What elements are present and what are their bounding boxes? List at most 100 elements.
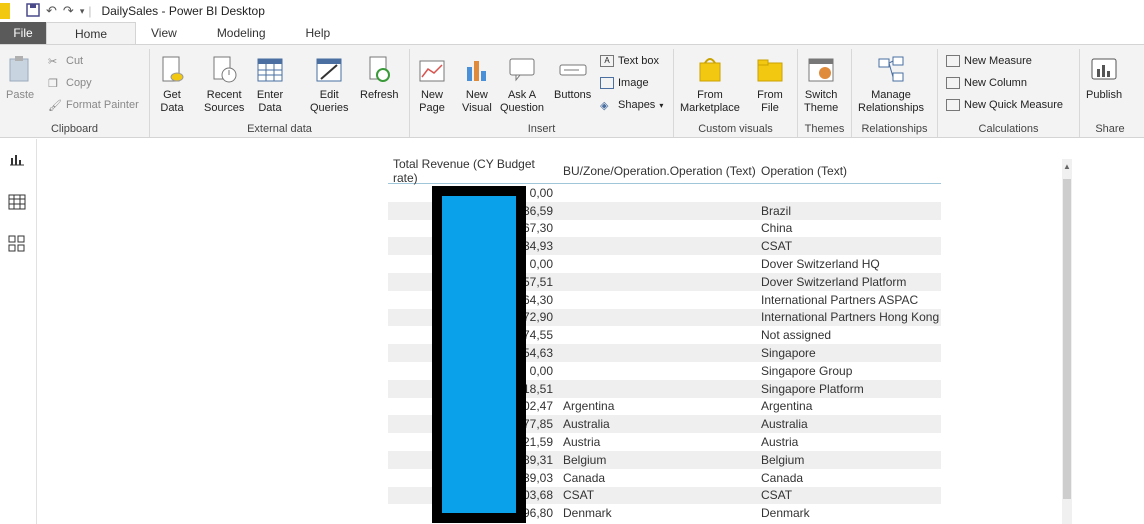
image-button[interactable]: Image [600,77,649,89]
column-header-total-revenue[interactable]: Total Revenue (CY Budget rate) [388,157,558,185]
share-group-label: Share [1095,123,1125,135]
new-visual-label: New Visual [462,89,492,114]
buttons-icon [559,53,587,85]
manage-relationships-button[interactable]: Manage Relationships [858,53,924,115]
publish-button[interactable]: Publish [1086,53,1122,102]
redo-icon[interactable]: ↷ [63,3,74,19]
switch-theme-label: Switch Theme [804,89,839,114]
tab-home[interactable]: Home [46,22,137,44]
table-cell: Belgium [563,452,607,467]
custom-visuals-group: From Marketplace From File Custom visual… [674,49,798,137]
report-canvas: Total Revenue (CY Budget rate) BU/Zone/O… [38,139,1144,524]
copy-icon: ❐ [48,78,58,90]
data-view-icon[interactable] [8,194,26,210]
new-page-button[interactable]: New Page [418,53,446,115]
enter-data-button[interactable]: Enter Data [256,53,284,115]
quick-access-toolbar: ↶ ↷ ▾ [26,2,85,20]
redaction-block [432,186,526,523]
report-view-icon[interactable] [8,151,26,167]
enter-data-label: Enter Data [256,89,284,114]
refresh-button[interactable]: Refresh [360,53,399,102]
new-page-icon [418,53,446,85]
table-cell: Dover Switzerland HQ [761,257,880,272]
database-icon [158,53,186,85]
get-data-button[interactable]: Get Data [158,53,186,115]
edit-queries-button[interactable]: Edit Queries [310,53,349,115]
share-group: Publish Share [1080,49,1140,137]
table-header: Total Revenue (CY Budget rate) BU/Zone/O… [388,157,941,185]
from-marketplace-button[interactable]: From Marketplace [680,53,740,115]
ribbon-tabs: File Home View Modeling Help [0,22,1144,44]
insert-group: New Page New Visual Ask A Question Butto… [410,49,674,137]
relationships-group-label: Relationships [861,123,928,135]
recent-sources-label: Recent Sources [204,89,245,114]
table-cell: Austria [761,435,799,450]
new-page-label: New Page [419,89,445,114]
folder-icon [756,53,784,85]
buttons-label: Buttons [554,89,592,101]
theme-icon [807,53,835,85]
format-painter-button[interactable]: 🖌 Format Painter [48,99,139,112]
table-cell: Denmark [563,506,612,521]
new-column-label: New Column [964,77,1027,89]
format-painter-label: Format Painter [66,99,139,111]
shapes-button[interactable]: ◈ Shapes ▾ [600,99,663,112]
recent-sources-icon [210,53,238,85]
relationships-icon [877,53,905,85]
scrollbar-thumb[interactable] [1063,179,1071,499]
from-file-button[interactable]: From File [756,53,784,115]
new-quick-measure-button[interactable]: New Quick Measure [946,99,1063,111]
new-measure-label: New Measure [964,55,1032,67]
refresh-icon [365,53,393,85]
scroll-up-icon[interactable]: ▲ [1062,162,1072,171]
ask-question-button[interactable]: Ask A Question [500,53,544,115]
new-column-button[interactable]: New Column [946,77,1027,89]
buttons-button[interactable]: Buttons [554,53,591,102]
undo-icon[interactable]: ↶ [46,3,57,19]
table-cell: Australia [761,417,808,432]
table-cell: International Partners Hong Kong [761,310,940,325]
text-box-button[interactable]: A Text box [600,55,659,67]
external-data-group: Get Data Recent Sources Enter Data Edit … [150,49,410,137]
shapes-label: Shapes [618,99,656,111]
recent-sources-button[interactable]: Recent Sources [204,53,244,115]
text-box-icon: A [600,55,614,67]
new-measure-button[interactable]: New Measure [946,55,1032,67]
paste-button[interactable]: Paste [6,53,34,102]
column-header-operation[interactable]: Operation (Text) [756,164,941,178]
model-view-icon[interactable] [8,235,26,252]
cut-button[interactable]: ✂ Cut [48,55,83,68]
table-cell: China [761,221,793,236]
column-header-bu-zone-operation[interactable]: BU/Zone/Operation.Operation (Text) [558,164,756,178]
external-data-group-label: External data [247,123,312,135]
new-visual-icon [463,53,491,85]
new-visual-button[interactable]: New Visual [462,53,492,115]
marketplace-icon [696,53,724,85]
copy-label: Copy [66,77,92,89]
table-cell: Canada [761,470,804,485]
separator: | [88,4,92,18]
publish-label: Publish [1086,89,1123,101]
clipboard-group: Paste ✂ Cut ❐ Copy 🖌 Format Painter Clip… [0,49,150,137]
table-cell: Austria [563,435,601,450]
column-icon [946,77,960,89]
themes-group: Switch Theme Themes [798,49,852,137]
switch-theme-button[interactable]: Switch Theme [804,53,838,115]
ribbon: Paste ✂ Cut ❐ Copy 🖌 Format Painter Clip… [0,44,1144,138]
vertical-scrollbar[interactable]: ▲ [1062,159,1072,524]
from-file-label: From File [757,89,783,114]
paintbrush-icon: 🖌 [48,100,62,112]
publish-icon [1090,53,1118,85]
tab-modeling[interactable]: Modeling [192,22,291,44]
save-icon[interactable] [26,2,40,20]
speech-bubble-icon [508,53,536,85]
quick-measure-icon [946,99,960,111]
table-cell: International Partners ASPAC [761,292,919,307]
table-grid-icon [256,53,284,85]
tab-file[interactable]: File [0,22,46,44]
tab-view[interactable]: View [136,22,192,44]
tab-help[interactable]: Help [291,22,346,44]
customize-toolbar-icon[interactable]: ▾ [80,6,85,17]
copy-button[interactable]: ❐ Copy [48,77,92,90]
edit-queries-icon [315,53,343,85]
